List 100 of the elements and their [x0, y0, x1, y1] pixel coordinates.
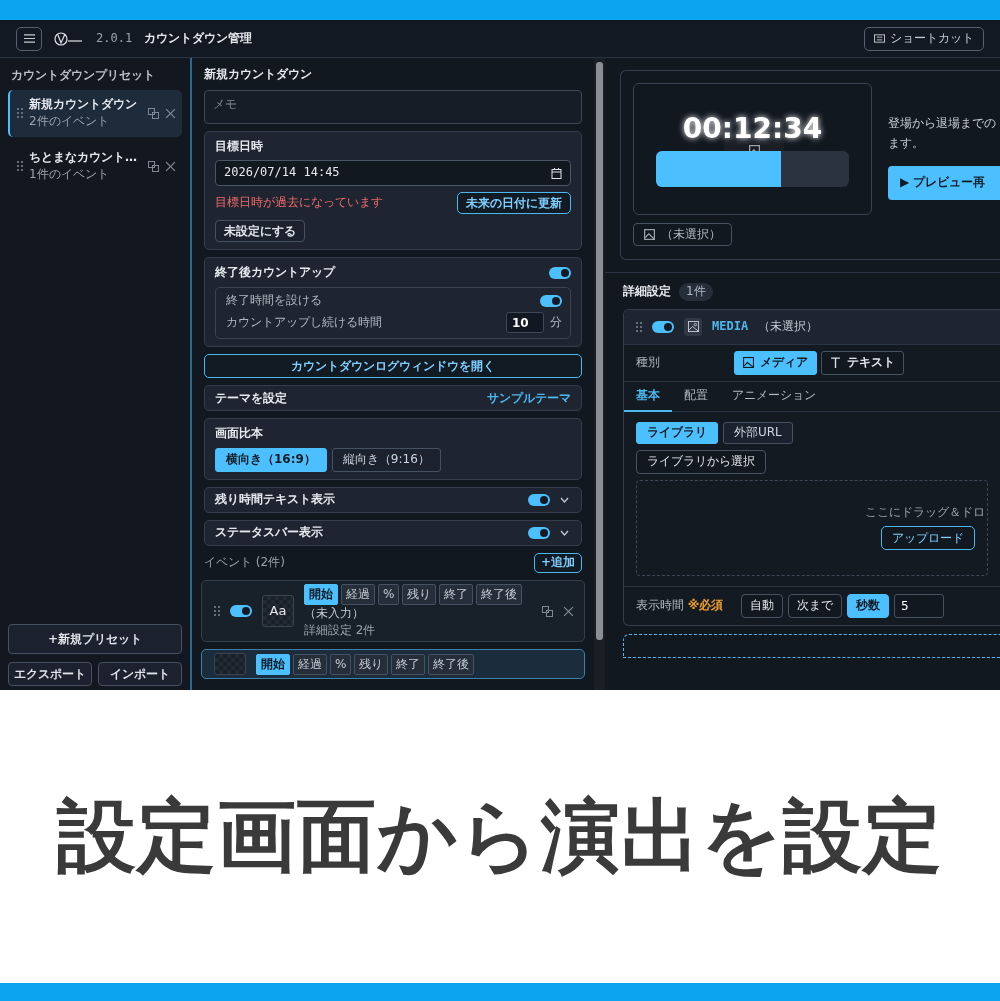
field-label: 種別	[636, 354, 661, 371]
countdown-time: 00:12:34	[682, 110, 823, 147]
version-label: 2.0.1	[96, 30, 133, 47]
phase-tab[interactable]: 終了	[391, 653, 426, 675]
library-select-button[interactable]: ライブラリから選択	[636, 449, 766, 474]
duration-option[interactable]: 次まで	[788, 593, 842, 618]
field-label: 表示時間 ※必須	[636, 597, 725, 614]
preview-play-button[interactable]: ▶ プレビュー再	[888, 165, 1000, 200]
editor-title: 新規カウントダウン	[204, 67, 313, 83]
update-date-button[interactable]: 未来の日付に更新	[457, 192, 571, 215]
option-label: 終了時間を設ける	[226, 292, 322, 309]
preset-name: 新規カウントダウン	[29, 96, 137, 114]
event-name: （未入力）	[304, 605, 365, 622]
section-label: テーマを設定	[215, 390, 287, 407]
phase-tab[interactable]: %	[378, 583, 400, 605]
phase-tab[interactable]: 終了後	[476, 583, 523, 605]
datetime-field[interactable]: 2026/07/14 14:45	[215, 160, 571, 187]
details-title: 詳細設定	[623, 284, 671, 300]
drop-zone[interactable]: ここにドラッグ＆ドロ アップロード	[636, 479, 988, 576]
toggle-switch[interactable]	[528, 526, 550, 539]
memo-field[interactable]: メモ	[204, 89, 582, 124]
import-button[interactable]: インポート	[98, 662, 182, 686]
duration-option[interactable]: 秒数	[847, 593, 889, 618]
image-icon	[687, 321, 699, 333]
logo-icon	[54, 30, 84, 47]
kind-option[interactable]: テキスト	[821, 350, 904, 375]
image-icon	[644, 229, 655, 240]
add-event-button[interactable]: +追加	[533, 552, 582, 573]
phase-tab[interactable]: 開始	[304, 583, 338, 605]
copy-icon	[148, 160, 159, 172]
toggle-switch[interactable]	[528, 493, 550, 506]
toggle-switch[interactable]	[230, 605, 252, 618]
preset-item[interactable]: ちとまなカウント… 1件のイベント	[8, 142, 182, 190]
duration-option[interactable]: 自動	[741, 593, 783, 618]
chevron-down-icon	[560, 496, 569, 503]
phase-tab[interactable]: 残り	[354, 653, 389, 675]
drag-handle-icon	[214, 606, 220, 617]
phase-tab[interactable]: 終了後	[428, 653, 475, 675]
drag-handle-icon	[636, 321, 642, 332]
copy-icon	[542, 605, 553, 617]
close-icon	[165, 107, 176, 119]
tab[interactable]: アニメーション	[720, 381, 828, 412]
thumbnail	[214, 653, 246, 676]
drag-handle-icon	[17, 161, 23, 172]
chevron-down-icon	[560, 529, 569, 536]
new-preset-button[interactable]: +新規プリセット	[8, 624, 182, 654]
aspect-option[interactable]: 横向き（16:9）	[215, 447, 327, 472]
section-label: 残り時間テキスト表示	[215, 492, 336, 508]
unit-label: 分	[550, 315, 562, 331]
minutes-field[interactable]: 10	[506, 312, 544, 334]
event-detail: 詳細設定 2件	[304, 622, 377, 639]
add-layer-area[interactable]	[623, 633, 1000, 658]
open-log-window-button[interactable]: カウントダウンログウィンドウを開く	[204, 354, 582, 379]
menu-icon	[23, 33, 35, 44]
tab[interactable]: 基本	[624, 381, 672, 412]
image-icon	[743, 357, 754, 369]
phase-tab[interactable]: 開始	[256, 653, 290, 675]
toggle-switch[interactable]	[540, 294, 562, 307]
source-option[interactable]: 外部URL	[723, 421, 793, 444]
count-badge: 1件	[679, 283, 713, 301]
event-row[interactable]: 開始 経過 % 残り 終了 終了後	[201, 649, 585, 680]
caption: 設定画面から演出を設定	[57, 789, 943, 884]
description-text: 登場から退場までの ます。	[888, 115, 997, 153]
preset-count: 1件のイベント	[29, 167, 109, 183]
section-label: 終了後カウントアップ	[215, 265, 335, 281]
toggle-switch[interactable]	[549, 267, 571, 279]
layer-type: MEDIA	[712, 318, 749, 335]
media-select-button[interactable]: （未選択）	[633, 223, 732, 246]
layer-status: （未選択）	[758, 318, 819, 335]
events-label: イベント (2件)	[204, 555, 285, 571]
phase-tab[interactable]: 終了	[439, 583, 474, 605]
calendar-icon	[551, 167, 562, 179]
upload-button[interactable]: アップロード	[881, 526, 975, 551]
aspect-option[interactable]: 縦向き（9:16）	[331, 447, 441, 472]
preset-count: 2件のイベント	[29, 114, 109, 130]
thumbnail: Aa	[262, 595, 294, 628]
phase-tab[interactable]: %	[330, 653, 352, 675]
phase-tab[interactable]: 経過	[341, 583, 375, 605]
seconds-field[interactable]: 5	[894, 593, 944, 618]
scrollbar[interactable]	[594, 58, 605, 690]
tab[interactable]: 配置	[672, 381, 720, 412]
source-option[interactable]: ライブラリ	[636, 421, 718, 444]
event-row[interactable]: Aa 開始 経過 % 残り 終了 終了後 （未入力） 詳細設定 2件	[201, 579, 585, 643]
clear-date-button[interactable]: 未設定にする	[215, 220, 305, 243]
menu-button[interactable]	[16, 26, 42, 51]
theme-link[interactable]: サンプルテーマ	[487, 390, 571, 407]
close-icon	[165, 160, 176, 172]
toggle-switch[interactable]	[652, 320, 674, 333]
keyboard-icon	[874, 33, 885, 44]
phase-tab[interactable]: 経過	[293, 653, 327, 675]
drop-hint: ここにドラッグ＆ドロ	[865, 504, 985, 521]
preset-item[interactable]: 新規カウントダウン 2件のイベント	[8, 89, 182, 137]
shortcut-button[interactable]: ショートカット	[864, 26, 984, 51]
section-label: ステータスバー表示	[215, 525, 324, 541]
export-button[interactable]: エクスポート	[8, 662, 92, 686]
kind-option[interactable]: メディア	[734, 350, 817, 375]
close-icon	[563, 605, 574, 617]
phase-tab[interactable]: 残り	[402, 583, 437, 605]
copy-icon	[148, 107, 159, 119]
text-icon	[830, 357, 841, 369]
